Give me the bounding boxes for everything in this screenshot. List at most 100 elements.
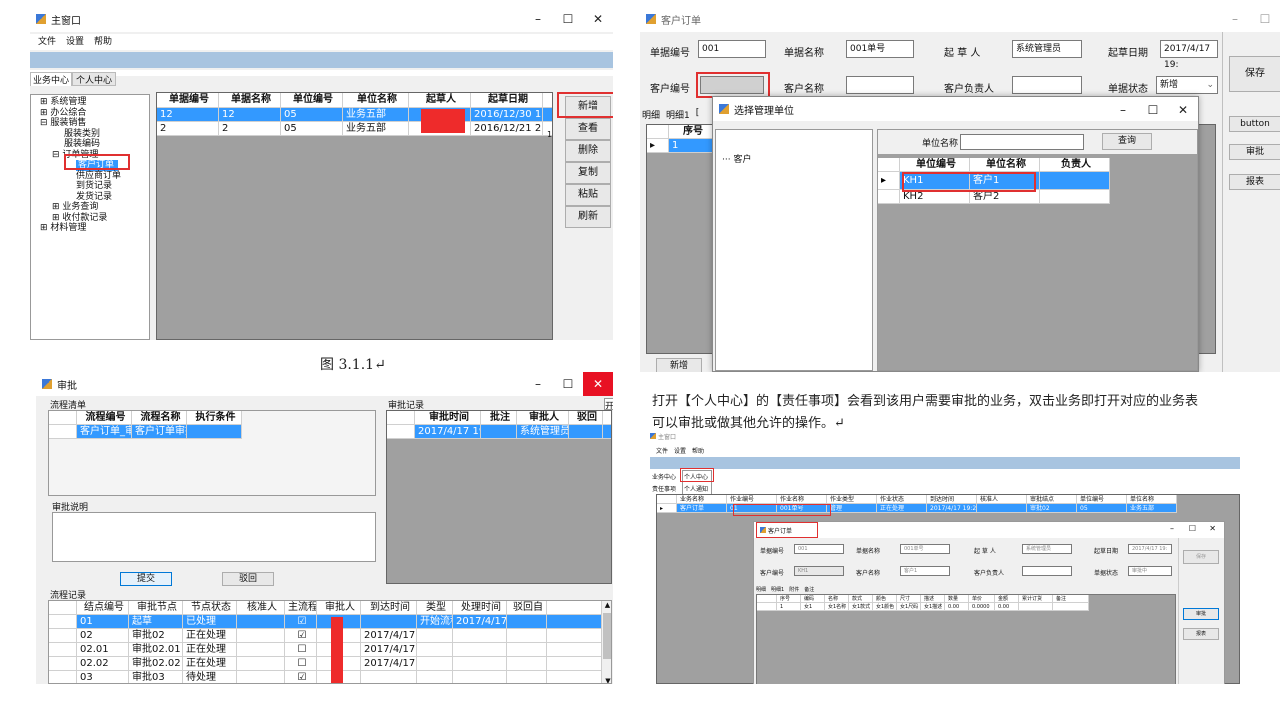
col-remark[interactable]: 备注	[1053, 595, 1089, 602]
minimize-button[interactable]: –	[1220, 6, 1250, 32]
vertical-scrollbar[interactable]: ▲ ▼	[601, 601, 611, 683]
doc-no-field[interactable]: 001	[698, 40, 766, 58]
tab-business-center[interactable]: 业务中心	[30, 72, 73, 86]
scroll-up-icon[interactable]: ▲	[602, 601, 611, 611]
col-unit-no[interactable]: 单位编号	[900, 158, 970, 171]
report-button[interactable]: 报表	[1229, 174, 1280, 190]
delete-button[interactable]: 删除	[565, 140, 611, 162]
table-row[interactable]: 2017/4/17 19:20 系统管理员	[387, 425, 611, 439]
add-detail-button[interactable]: 新增	[656, 358, 702, 372]
checkbox[interactable]: ☑	[285, 671, 317, 683]
col-flow-no[interactable]: 流程编号	[77, 411, 132, 424]
checkbox[interactable]: ☐	[285, 657, 317, 670]
maximize-button[interactable]: ☐	[1138, 97, 1168, 123]
doc-no-field[interactable]: 001	[794, 544, 844, 554]
customer-name-field[interactable]	[846, 76, 914, 94]
col-reject[interactable]: 驳回	[569, 411, 603, 424]
maximize-button[interactable]: ☐	[553, 372, 583, 396]
query-button[interactable]: 查询	[1102, 133, 1152, 150]
col-amount[interactable]: 金额	[995, 595, 1019, 602]
table-row[interactable]: 02.01 审批02.01 正在处理 ☐ 2017/4/17...	[49, 643, 611, 657]
col-doc-name[interactable]: 单据名称	[219, 93, 281, 107]
minimize-button[interactable]: –	[523, 6, 553, 32]
copy-button[interactable]: 复制	[565, 162, 611, 184]
col-flow-name[interactable]: 流程名称	[132, 411, 187, 424]
submit-button[interactable]: 提交	[120, 572, 172, 586]
table-row[interactable]: 02.02 审批02.02 正在处理 ☐ 2017/4/17...	[49, 657, 611, 671]
table-row[interactable]: 2 2 05 业务五部 2016/12/21 2...	[157, 122, 552, 136]
tree-item[interactable]: ⊞ 办公综合	[40, 108, 149, 119]
menu-file[interactable]: 文件	[38, 34, 56, 50]
col-job-status[interactable]: 作业状态	[877, 495, 927, 503]
menu-settings[interactable]: 设置	[674, 446, 686, 455]
customer-name-field[interactable]: 客户1	[900, 566, 950, 576]
col-approver-assigned[interactable]: 核准人	[237, 601, 285, 614]
reject-button[interactable]: 驳回	[222, 572, 274, 586]
popup-item-personal-notice[interactable]: 个人通知	[684, 484, 710, 493]
menu-settings[interactable]: 设置	[66, 34, 84, 50]
draft-date-field[interactable]: 2017/4/17 19:	[1128, 544, 1172, 554]
col-condition[interactable]: 执行条件	[187, 411, 242, 424]
paste-button[interactable]: 粘贴	[565, 184, 611, 206]
col-approver[interactable]: 审批人	[517, 411, 569, 424]
minimize-button[interactable]: –	[1108, 97, 1138, 123]
col-unit-no[interactable]: 单位编号	[281, 93, 343, 107]
customer-owner-field[interactable]	[1022, 566, 1072, 576]
col-seq[interactable]: 序号	[669, 125, 715, 138]
draft-date-field[interactable]: 2017/4/17 19:	[1160, 40, 1218, 70]
col-remark[interactable]: 批注	[481, 411, 517, 424]
tree-item[interactable]: ⊞ 收付款记录	[40, 213, 149, 224]
table-row[interactable]: KH2 客户2	[878, 190, 1110, 204]
tree-item[interactable]: 服装类别	[40, 129, 149, 140]
table-row[interactable]: 1 女1 女1名称 女1款式 女1颜色 女1尺码 女1描述 0.00 0.000…	[757, 603, 1089, 611]
close-button[interactable]: ✕	[1168, 97, 1198, 123]
col-price[interactable]: 单价	[969, 595, 995, 602]
maximize-button[interactable]: ☐	[1189, 524, 1196, 533]
approve-button[interactable]: 审批	[1229, 144, 1280, 160]
col-color[interactable]: 颜色	[873, 595, 897, 602]
table-row[interactable]: 客户订单_审批 客户订单审批	[49, 425, 242, 439]
table-row[interactable]: ▸ 1	[647, 139, 715, 153]
tab-detail1[interactable]: 明细1	[771, 586, 784, 593]
col-arrive-time[interactable]: 到达时间	[927, 495, 977, 503]
tree-item[interactable]: ⊞ 材料管理	[40, 223, 149, 234]
menu-help[interactable]: 帮助	[94, 34, 112, 50]
drafter-field[interactable]: 系统管理员	[1012, 40, 1082, 58]
col-type[interactable]: 类型	[417, 601, 453, 614]
col-desc[interactable]: 描述	[921, 595, 945, 602]
close-button[interactable]: ✕	[1209, 524, 1216, 533]
checkbox[interactable]: ☐	[285, 643, 317, 656]
col-unit-name[interactable]: 单位名称	[343, 93, 409, 107]
close-button[interactable]: ✕	[583, 372, 613, 396]
maximize-button[interactable]: ☐	[1250, 6, 1280, 32]
col-name[interactable]: 名称	[825, 595, 849, 602]
view-button[interactable]: 查看	[565, 118, 611, 140]
maximize-button[interactable]: ☐	[553, 6, 583, 32]
tab-remark[interactable]: 备注	[804, 586, 814, 593]
save-button[interactable]: 保存	[1229, 56, 1280, 92]
tree-item[interactable]: ··· 客户	[722, 155, 751, 165]
tab-partial[interactable]: [	[696, 108, 700, 121]
col-node-status[interactable]: 节点状态	[183, 601, 237, 614]
doc-status-select[interactable]: 新增 ⌄	[1156, 76, 1218, 94]
col-node-no[interactable]: 结点编号	[77, 601, 129, 614]
tree-item[interactable]: 供应商订单	[40, 171, 149, 182]
col-owner[interactable]: 负责人	[1040, 158, 1110, 171]
report-button[interactable]: 报表	[1183, 628, 1219, 640]
tab-detail[interactable]: 明细	[756, 586, 766, 593]
tree-item[interactable]: 发货记录	[40, 192, 149, 203]
drafter-field[interactable]: 系统管理员	[1022, 544, 1072, 554]
col-job-type[interactable]: 作业类型	[827, 495, 877, 503]
table-row[interactable]: 12 12 05 业务五部 2016/12/30 1...	[157, 108, 552, 122]
table-row[interactable]: 01 起草 已处理 ☑ 开始流程 2017/4/17...	[49, 615, 611, 629]
col-job-name[interactable]: 作业名称	[777, 495, 827, 503]
customer-owner-field[interactable]	[1012, 76, 1082, 94]
col-cumulative[interactable]: 累计订货	[1019, 595, 1053, 602]
approve-button[interactable]: 审批	[1183, 608, 1219, 620]
close-button[interactable]: ✕	[583, 6, 613, 32]
save-button[interactable]: 保存	[1183, 550, 1219, 564]
tree-item[interactable]: ⊞ 系统管理	[40, 97, 149, 108]
col-approval-node[interactable]: 审批结点	[1027, 495, 1077, 503]
unit-name-search-input[interactable]	[960, 134, 1084, 150]
table-row[interactable]: 02 审批02 正在处理 ☑ 2017/4/17...	[49, 629, 611, 643]
